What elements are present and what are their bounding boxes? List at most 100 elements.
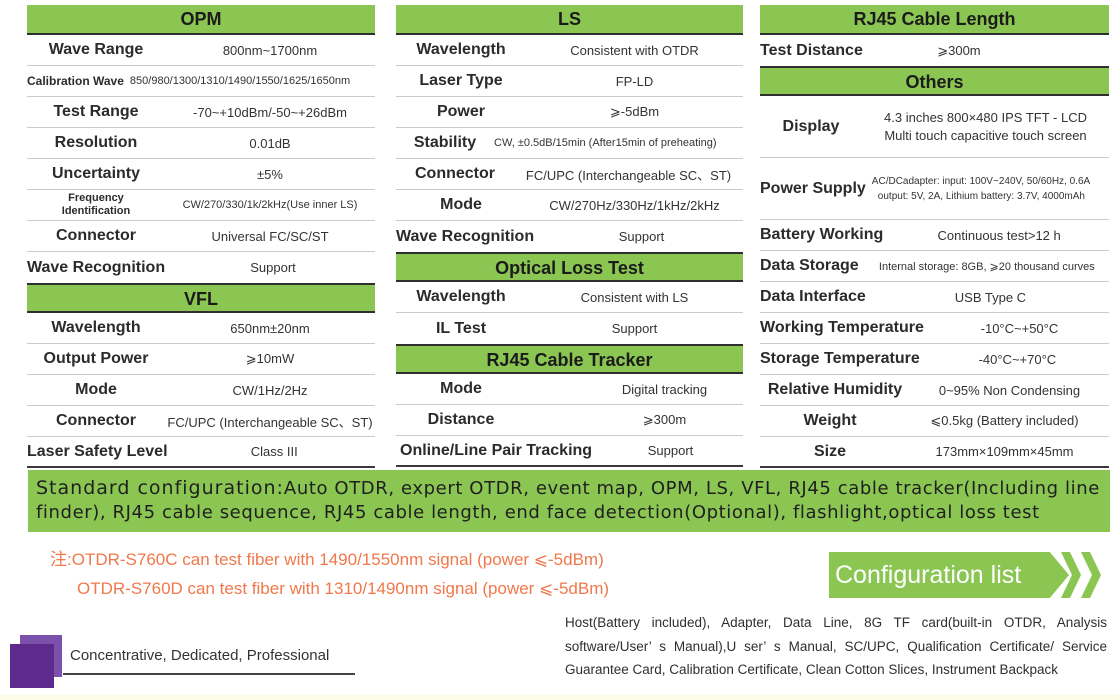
spec-value: -70~+10dBm/-50~+26dBm: [193, 104, 347, 120]
spec-key: Battery Working: [760, 226, 884, 243]
spec-value: Support: [647, 443, 694, 458]
spec-value: Universal FC/SC/ST: [211, 228, 329, 244]
spec-row: Wave Recognition Support: [27, 252, 375, 283]
spec-value: AC/DCadapter: input: 100V~240V, 50/60Hz,…: [872, 174, 1109, 204]
spec-row: Display 4.3 inches 800×480 IPS TFT - LCD…: [760, 96, 1109, 158]
spec-value: ⩾300m: [642, 412, 687, 427]
footer-band: [0, 695, 1120, 700]
vfl-section-header: VFL: [27, 283, 375, 313]
spec-value: 850/980/1300/1310/1490/1550/1625/1650nm: [129, 75, 351, 87]
spec-key: Size: [813, 442, 846, 460]
spec-row: Laser Safety Level Class III: [27, 437, 375, 468]
spec-value: ±5%: [257, 166, 283, 182]
spec-key: Test Range: [53, 103, 139, 120]
spec-key: Wave Range: [48, 41, 144, 58]
spec-key: Mode: [440, 380, 482, 397]
spec-key: Weight: [803, 412, 857, 429]
spec-key: Data Interface: [760, 288, 866, 305]
spec-key: IL Test: [435, 319, 487, 337]
spec-key: Stability: [413, 134, 477, 151]
spec-row: Test Distance ⩾300m: [760, 35, 1109, 66]
spec-row: Mode CW/270Hz/330Hz/1kHz/2kHz: [396, 190, 743, 221]
spec-key: Power Supply: [760, 179, 866, 197]
spec-row: Resolution 0.01dB: [27, 128, 375, 159]
spec-key: Wavelength: [416, 41, 506, 58]
rj45-cable-length-header: RJ45 Cable Length: [760, 5, 1109, 35]
spec-row: Distance ⩾300m: [396, 405, 743, 436]
spec-key: Mode: [440, 196, 482, 213]
spec-key: Storage Temperature: [760, 350, 920, 367]
spec-row: Mode CW/1Hz/2Hz: [27, 375, 375, 406]
display-line-2: Multi touch capacitive touch screen: [884, 127, 1087, 143]
spec-value: Support: [250, 260, 296, 275]
spec-key: Wavelength: [51, 319, 141, 336]
spec-value: FP-LD: [615, 73, 654, 89]
spec-value: Digital tracking: [621, 381, 708, 397]
spec-row: Connector FC/UPC (Interchangeable SC、ST): [396, 159, 743, 190]
spec-key: Wave Recognition: [396, 227, 535, 245]
power-line-1: AC/DCadapter: input: 100V~240V, 50/60Hz,…: [871, 175, 1091, 187]
spec-row: Stability CW, ±0.5dB/15min (After15min of…: [396, 128, 743, 159]
brand-tagline: Concentrative, Dedicated, Professional: [70, 647, 330, 664]
spec-row: Laser Type FP-LD: [396, 66, 743, 97]
rj45-cable-tracker-header: RJ45 Cable Tracker: [396, 344, 743, 374]
opm-vfl-column: OPM Wave Range 800nm~1700nm Calibration W…: [27, 5, 375, 468]
spec-row: Test Range -70~+10dBm/-50~+26dBm: [27, 97, 375, 128]
spec-key: Data Storage: [760, 257, 859, 274]
brand-tagline-block: Concentrative, Dedicated, Professional: [10, 633, 355, 688]
spec-value: FC/UPC (Interchangeable SC、ST): [167, 414, 373, 430]
spec-key: Uncertainty: [51, 165, 141, 182]
spec-value: Support: [611, 321, 658, 336]
configuration-list-badge: Configuration list: [829, 552, 1101, 598]
spec-key: Wavelength: [416, 288, 506, 305]
spec-key: Distance: [427, 411, 495, 428]
spec-value: USB Type C: [954, 289, 1027, 305]
optical-loss-test-header: Optical Loss Test: [396, 252, 743, 282]
spec-row: Data Interface USB Type C: [760, 282, 1109, 313]
spec-key: Calibration Wave: [27, 74, 124, 88]
spec-value: 0.01dB: [249, 135, 291, 151]
spec-key: Laser Type: [419, 72, 503, 89]
spec-key: Test Distance: [760, 41, 863, 59]
tagline-underline: [63, 673, 355, 675]
spec-value: Class III: [250, 444, 298, 459]
spec-row: Output Power ⩾10mW: [27, 344, 375, 375]
spec-key: Wave Recognition: [27, 258, 166, 276]
spec-key: Connector: [56, 412, 136, 429]
spec-row: Connector Universal FC/SC/ST: [27, 221, 375, 252]
spec-value: 0~95% Non Condensing: [938, 382, 1081, 398]
ls-column: LS Wavelength Consistent with OTDR Laser …: [396, 5, 743, 467]
spec-row: Wavelength Consistent with OTDR: [396, 35, 743, 66]
spec-row: Frequency Identification CW/270/330/1k/2k…: [27, 190, 375, 221]
spec-value: 650nm±20nm: [230, 320, 310, 336]
spec-row: Uncertainty ±5%: [27, 159, 375, 190]
spec-value: CW/270/330/1k/2kHz(Use inner LS): [182, 199, 358, 211]
configuration-list-text: Host(Battery included), Adapter, Data Li…: [565, 615, 1107, 677]
spec-value: ⩾10mW: [245, 351, 295, 366]
spec-value: -10°C~+50°C: [980, 320, 1059, 336]
model-note: 注:OTDR-S760C can test fiber with 1490/15…: [50, 545, 609, 603]
spec-row: Online/Line Pair Tracking Support: [396, 436, 743, 467]
standard-configuration-band: Standard configuration:Auto OTDR, expert…: [28, 470, 1110, 532]
brand-square-icon: [10, 644, 54, 688]
spec-key: Connector: [56, 227, 136, 244]
opm-section-header: OPM: [27, 5, 375, 35]
spec-value: 173mm×109mm×45mm: [935, 444, 1074, 459]
spec-value: ⩽0.5kg (Battery included): [930, 413, 1079, 428]
spec-value: ⩾-5dBm: [609, 104, 660, 119]
configuration-list-title: Configuration list: [835, 561, 1022, 589]
spec-row: Wave Recognition Support: [396, 221, 743, 252]
ls-section-header: LS: [396, 5, 743, 35]
spec-key: Output Power: [43, 350, 149, 367]
spec-key: Relative Humidity: [767, 381, 903, 398]
spec-row: Battery Working Continuous test>12 h: [760, 220, 1109, 251]
spec-value: Support: [618, 229, 665, 244]
spec-value: CW, ±0.5dB/15min (After15min of preheati…: [494, 137, 717, 149]
power-line-2: output: 5V, 2A, Lithium battery: 3.7V, 4…: [877, 190, 1085, 202]
spec-row: Wavelength 650nm±20nm: [27, 313, 375, 344]
spec-row: Data Storage Internal storage: 8GB, ⩾20 t…: [760, 251, 1109, 282]
spec-value: Consistent with LS: [580, 289, 689, 305]
chevron-right-icon: [1081, 552, 1101, 598]
spec-value: CW/270Hz/330Hz/1kHz/2kHz: [549, 197, 720, 213]
spec-value: Consistent with OTDR: [570, 42, 699, 58]
